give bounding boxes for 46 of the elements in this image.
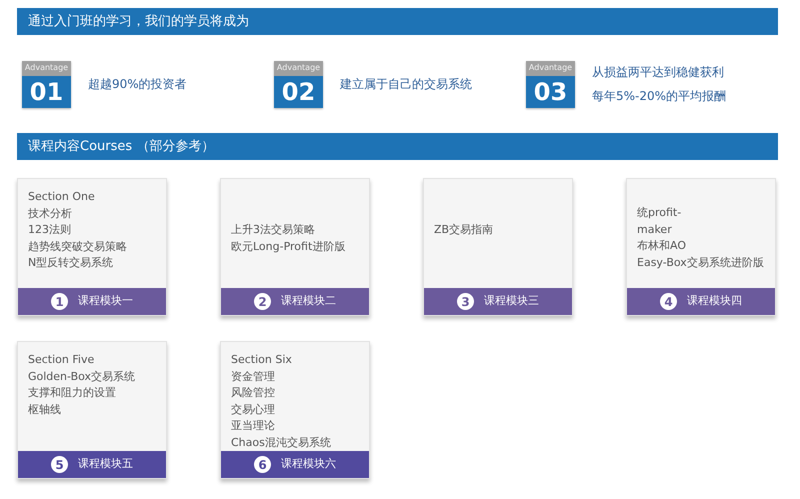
module-topic: Section One: [28, 189, 95, 205]
module-title: 课程模块一: [78, 293, 133, 310]
module-title: 课程模块五: [78, 456, 133, 472]
module-topic: Section Five: [28, 352, 94, 368]
section-header: 课程内容Courses （部分参考）: [17, 133, 778, 160]
badge-number: 02: [274, 76, 323, 108]
module-topic: Chaos混沌交易系统: [231, 434, 331, 450]
module-topic: 趋势线突破交易策略: [28, 238, 127, 254]
number-badge: 6: [254, 456, 271, 473]
module-topic: Golden-Box交易系统: [28, 368, 136, 384]
number-badge: 3: [457, 293, 474, 310]
number-badge: 4: [660, 293, 677, 310]
badge-number: 03: [526, 76, 575, 108]
section-header: 通过入门班的学习，我们的学员将成为: [17, 8, 778, 35]
module-topic: maker: [637, 222, 672, 238]
module-topic: 欧元Long-Profit进阶版: [231, 238, 346, 254]
module-title: 课程模块二: [281, 293, 336, 310]
module-title: 课程模块四: [687, 293, 742, 310]
module-topic: 123法则: [28, 222, 71, 238]
badge-label: Advantage: [22, 60, 71, 76]
module-topic: N型反转交易系统: [28, 255, 114, 271]
module-topic: 上升3法交易策略: [231, 222, 315, 238]
module-topic: 交易心理: [231, 402, 275, 418]
module-topic: 统profit-: [637, 205, 682, 221]
module-title: 课程模块三: [484, 293, 539, 310]
badge-number: 01: [22, 76, 71, 108]
module-topic: 支撑和阻力的设置: [28, 385, 116, 401]
advantage-text: 每年5%-20%的平均报酬: [592, 88, 726, 105]
advantage-text: 从损益两平达到稳健获利: [592, 64, 725, 81]
advantage-text: 超越90%的投资者: [88, 76, 187, 93]
badge-label: Advantage: [526, 60, 575, 76]
module-topic: Easy-Box交易系统进阶版: [637, 254, 764, 270]
module-topic: 枢轴线: [28, 402, 61, 418]
number-badge: 1: [51, 293, 68, 310]
module-topic: ZB交易指南: [434, 222, 494, 238]
module-topic: 风险管控: [231, 385, 275, 401]
module-topic: 亚当理论: [231, 418, 275, 434]
advantage-text: 建立属于自己的交易系统: [340, 76, 472, 93]
module-title: 课程模块六: [281, 456, 336, 472]
module-topic: 技术分析: [28, 206, 72, 222]
module-topic: 布林和AO: [637, 238, 686, 254]
module-topic: Section Six: [231, 352, 292, 368]
badge-label: Advantage: [274, 60, 323, 76]
number-badge: 5: [51, 456, 68, 473]
module-topic: 资金管理: [231, 368, 275, 384]
number-badge: 2: [254, 293, 271, 310]
